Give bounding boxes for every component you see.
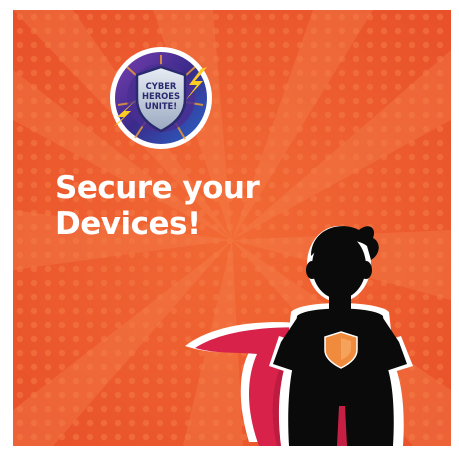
poster-card: CYBER HEROES UNITE! Secure your Devices! [13,10,451,446]
superhero-silhouette-icon [185,226,413,446]
canvas: CYBER HEROES UNITE! Secure your Devices! [0,0,459,452]
badge-line3: UNITE! [145,101,177,111]
badge-line2: HEROES [142,91,180,101]
headline-line1: Secure your [55,170,260,206]
badge-line1: CYBER [146,81,177,91]
cyber-heroes-unite-badge-icon: CYBER HEROES UNITE! [110,47,212,149]
